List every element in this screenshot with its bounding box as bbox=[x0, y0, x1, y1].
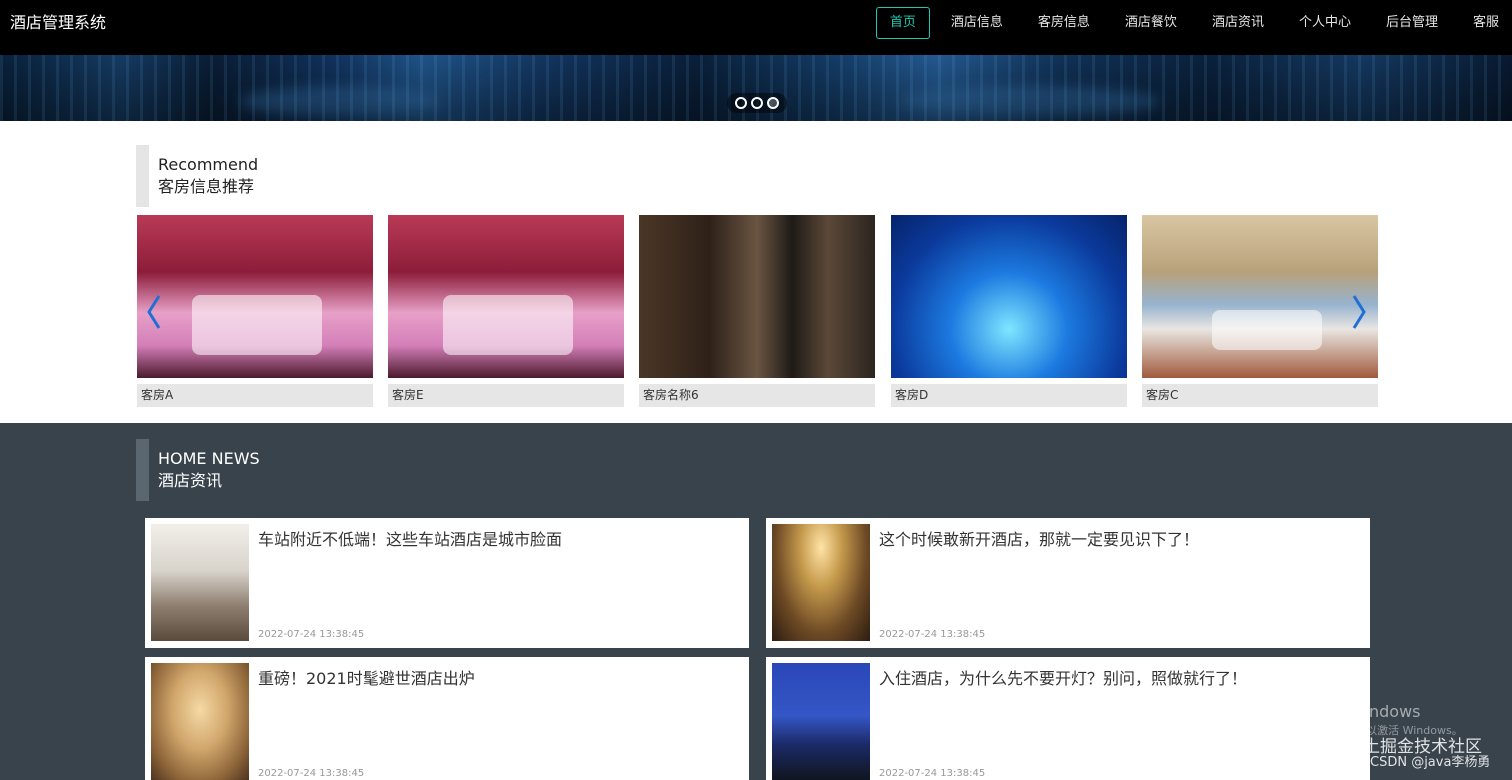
news-title[interactable]: 这个时候敢新开酒店，那就一定要见识下了！ bbox=[879, 529, 1199, 551]
carousel-prev-arrow-icon[interactable] bbox=[146, 293, 162, 331]
room-name: 客房E bbox=[388, 384, 624, 407]
recommend-title-cn: 客房信息推荐 bbox=[158, 177, 255, 196]
room-image bbox=[639, 215, 875, 378]
news-thumbnail bbox=[151, 663, 249, 780]
bed-shape bbox=[192, 295, 322, 355]
news-date: 2022-07-24 13:38:45 bbox=[879, 768, 986, 779]
news-date: 2022-07-24 13:38:45 bbox=[258, 768, 365, 779]
nav-item-hotel-info[interactable]: 酒店信息 bbox=[937, 7, 1017, 39]
carousel-dot-1[interactable] bbox=[735, 97, 747, 109]
carousel-dot-2[interactable] bbox=[751, 97, 763, 109]
news-thumbnail bbox=[772, 663, 870, 780]
room-image bbox=[137, 215, 373, 378]
news-title[interactable]: 入住酒店，为什么先不要开灯？别问，照做就行了！ bbox=[879, 668, 1247, 690]
news-card[interactable]: 重磅！2021时髦避世酒店出炉 2022-07-24 13:38:45 bbox=[145, 657, 749, 780]
nav-item-room-info[interactable]: 客房信息 bbox=[1024, 7, 1104, 39]
windows-activation-title: 激活 Windows bbox=[1312, 702, 1421, 721]
nav-item-home[interactable]: 首页 bbox=[875, 7, 930, 39]
news-title-en: HOME NEWS bbox=[158, 449, 260, 468]
nav-item-dining[interactable]: 酒店餐饮 bbox=[1111, 7, 1191, 39]
csdn-watermark: CSDN @java李杨勇 bbox=[1370, 755, 1491, 770]
room-image bbox=[891, 215, 1127, 378]
news-card[interactable]: 车站附近不低端！这些车站酒店是城市脸面 2022-07-24 13:38:45 bbox=[145, 518, 749, 648]
recommend-heading: Recommend 客房信息推荐 bbox=[136, 145, 258, 207]
room-card[interactable]: 客房E bbox=[388, 215, 624, 407]
banner-light bbox=[240, 87, 440, 117]
room-name: 客房A bbox=[137, 384, 373, 407]
carousel-dot-3[interactable] bbox=[767, 97, 779, 109]
news-title[interactable]: 车站附近不低端！这些车站酒店是城市脸面 bbox=[258, 529, 562, 551]
room-image bbox=[388, 215, 624, 378]
news-thumbnail bbox=[151, 524, 249, 641]
bed-shape bbox=[443, 295, 573, 355]
room-name: 客房D bbox=[891, 384, 1127, 407]
main-nav: 首页 酒店信息 客房信息 酒店餐饮 酒店资讯 个人中心 后台管理 客服 bbox=[869, 7, 1512, 39]
recommend-title-en: Recommend bbox=[158, 155, 259, 174]
banner-carousel[interactable] bbox=[0, 55, 1512, 121]
site-brand[interactable]: 酒店管理系统 bbox=[10, 12, 106, 34]
room-name: 客房C bbox=[1142, 384, 1378, 407]
room-image bbox=[1142, 215, 1378, 378]
room-card[interactable]: 客房C bbox=[1142, 215, 1378, 407]
banner-light bbox=[900, 87, 1160, 117]
news-title-cn: 酒店资讯 bbox=[158, 471, 223, 490]
news-card[interactable]: 入住酒店，为什么先不要开灯？别问，照做就行了！ 2022-07-24 13:38… bbox=[766, 657, 1370, 780]
news-heading: HOME NEWS 酒店资讯 bbox=[136, 439, 260, 501]
news-date: 2022-07-24 13:38:45 bbox=[879, 629, 986, 640]
room-name: 客房名称6 bbox=[639, 384, 875, 407]
news-title[interactable]: 重磅！2021时髦避世酒店出炉 bbox=[258, 668, 475, 690]
news-date: 2022-07-24 13:38:45 bbox=[258, 629, 365, 640]
bed-shape bbox=[1212, 310, 1322, 350]
nav-item-news[interactable]: 酒店资讯 bbox=[1198, 7, 1278, 39]
news-card[interactable]: 这个时候敢新开酒店，那就一定要见识下了！ 2022-07-24 13:38:45 bbox=[766, 518, 1370, 648]
nav-item-profile[interactable]: 个人中心 bbox=[1285, 7, 1365, 39]
carousel-indicators bbox=[727, 93, 787, 113]
nav-item-service[interactable]: 客服 bbox=[1459, 7, 1512, 39]
top-navbar: 酒店管理系统 首页 酒店信息 客房信息 酒店餐饮 酒店资讯 个人中心 后台管理 … bbox=[0, 0, 1512, 55]
room-card[interactable]: 客房D bbox=[891, 215, 1127, 407]
nav-item-admin[interactable]: 后台管理 bbox=[1372, 7, 1452, 39]
room-card[interactable]: 客房A bbox=[137, 215, 373, 407]
carousel-next-arrow-icon[interactable] bbox=[1351, 293, 1367, 331]
room-card[interactable]: 客房名称6 bbox=[639, 215, 875, 407]
news-thumbnail bbox=[772, 524, 870, 641]
